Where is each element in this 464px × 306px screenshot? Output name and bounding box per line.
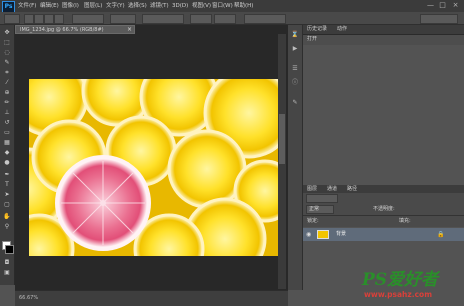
menu-window[interactable]: 窗口(W) — [212, 1, 233, 11]
add-selection-icon[interactable] — [34, 14, 44, 24]
width-field[interactable] — [190, 14, 212, 24]
watermark-url: www.psahz.com — [364, 290, 433, 299]
antialias-checkbox[interactable] — [110, 14, 136, 24]
tools-panel: ✥ ⬚ ◌ ✎ ⌗ ⁄ ⊕ ✏ ⊥ ↺ ▭ ▦ ◆ ● ✒ T ➤ ▢ ✋ ⚲ … — [0, 25, 15, 285]
brush-tool-icon[interactable]: ✏ — [2, 99, 12, 107]
close-icon[interactable]: × — [451, 1, 460, 10]
info-panel-icon[interactable]: ⓘ — [291, 79, 299, 87]
history-panel-icon[interactable]: ⌛ — [291, 31, 299, 39]
zoom-level[interactable]: 66.67% — [19, 293, 38, 303]
panel-dock: ⌛ ▶ ☰ ⓘ ✎ — [288, 25, 303, 290]
close-icon[interactable]: × — [127, 26, 132, 34]
blur-tool-icon[interactable]: ◆ — [2, 149, 12, 157]
status-bar: 66.67% — [15, 290, 288, 306]
clone-stamp-tool-icon[interactable]: ⊥ — [2, 109, 12, 117]
dodge-tool-icon[interactable]: ● — [2, 159, 12, 167]
opacity-label: 不透明度: — [373, 206, 395, 212]
intersect-selection-icon[interactable] — [54, 14, 64, 24]
menu-bar: Ps 文件(F) 编辑(E) 图像(I) 图层(L) 文字(Y) 选择(S) 滤… — [0, 0, 464, 13]
tab-actions[interactable]: 动作 — [337, 25, 347, 34]
refine-edge-button[interactable] — [244, 14, 286, 24]
gradient-tool-icon[interactable]: ▦ — [2, 139, 12, 147]
actions-panel-icon[interactable]: ▶ — [291, 45, 299, 53]
lock-icon: 🔒 — [437, 231, 445, 238]
zoom-tool-icon[interactable]: ⚲ — [2, 223, 12, 231]
minimize-icon[interactable]: — — [426, 1, 435, 10]
menu-3d[interactable]: 3D(D) — [172, 1, 188, 11]
style-select[interactable] — [142, 14, 184, 24]
eraser-tool-icon[interactable]: ▭ — [2, 129, 12, 137]
options-bar — [0, 12, 464, 25]
watermark-logo-text: PS爱好者 — [362, 270, 439, 290]
document-image[interactable] — [29, 79, 279, 256]
history-brush-tool-icon[interactable]: ↺ — [2, 119, 12, 127]
layer-name: 背景 — [336, 231, 347, 237]
workspace-switcher[interactable] — [420, 14, 458, 24]
height-field[interactable] — [214, 14, 236, 24]
menu-file[interactable]: 文件(F) — [18, 1, 36, 11]
layers-lock-row: 锁定: 填充: — [303, 216, 464, 227]
document-tab-label: IMG_1234.jpg @ 66.7% (RGB/8#) — [20, 27, 104, 33]
document-tab[interactable]: IMG_1234.jpg @ 66.7% (RGB/8#) × — [15, 25, 135, 34]
brush-panel-icon[interactable]: ✎ — [291, 99, 299, 107]
vertical-scrollbar[interactable] — [278, 34, 286, 289]
right-panel: 历史记录 动作 图层 通道 路径 — [303, 25, 464, 305]
layer-kind-filter[interactable] — [306, 194, 338, 203]
eye-icon[interactable]: ◉ — [306, 230, 311, 239]
marquee-tool-icon[interactable]: ⬚ — [2, 39, 12, 47]
menu-help[interactable]: 帮助(H) — [234, 1, 253, 11]
tab-history[interactable]: 历史记录 — [307, 25, 327, 34]
background-color-swatch[interactable] — [5, 245, 14, 254]
subtract-selection-icon[interactable] — [44, 14, 54, 24]
menu-edit[interactable]: 编辑(E) — [40, 1, 59, 11]
layers-options-row: 正常 不透明度: — [303, 203, 464, 216]
crop-tool-icon[interactable]: ⌗ — [2, 69, 12, 77]
quick-mask-icon[interactable]: ◘ — [2, 259, 12, 267]
menu-select[interactable]: 选择(S) — [128, 1, 147, 11]
menu-image[interactable]: 图像(I) — [62, 1, 79, 11]
lock-label: 锁定: — [307, 218, 319, 224]
eyedropper-tool-icon[interactable]: ⁄ — [2, 79, 12, 87]
fill-label: 填充: — [399, 218, 411, 224]
path-select-tool-icon[interactable]: ➤ — [2, 191, 12, 199]
scrollbar-thumb[interactable] — [279, 114, 285, 164]
layers-filter-row — [303, 193, 464, 203]
lemon-slices-photo — [29, 79, 279, 256]
tool-preset-picker[interactable] — [4, 14, 20, 24]
properties-panel-icon[interactable]: ☰ — [291, 65, 299, 73]
shape-tool-icon[interactable]: ▢ — [2, 201, 12, 209]
blend-mode-select[interactable]: 正常 — [306, 205, 334, 214]
site-watermark: PS爱好者 www.psahz.com — [358, 270, 462, 304]
blend-mode-label: 正常 — [309, 206, 320, 212]
menu-view[interactable]: 视图(V) — [192, 1, 211, 11]
history-snapshot-row[interactable]: 打开 — [303, 35, 464, 45]
hand-tool-icon[interactable]: ✋ — [2, 213, 12, 221]
layer-thumbnail — [317, 230, 329, 239]
history-snapshot-label: 打开 — [307, 36, 318, 42]
menu-filter[interactable]: 滤镜(T) — [150, 1, 169, 11]
screen-mode-icon[interactable]: ▣ — [2, 269, 12, 277]
move-tool-icon[interactable]: ✥ — [2, 29, 12, 37]
quick-select-tool-icon[interactable]: ✎ — [2, 59, 12, 67]
menu-layer[interactable]: 图层(L) — [84, 1, 102, 11]
maximize-icon[interactable]: □ — [438, 1, 447, 10]
healing-brush-tool-icon[interactable]: ⊕ — [2, 89, 12, 97]
feather-field[interactable] — [72, 14, 104, 24]
layer-row[interactable]: ◉ 背景 🔒 — [303, 228, 464, 241]
lasso-tool-icon[interactable]: ◌ — [2, 49, 12, 57]
menu-type[interactable]: 文字(Y) — [106, 1, 125, 11]
new-selection-icon[interactable] — [24, 14, 34, 24]
type-tool-icon[interactable]: T — [2, 181, 12, 189]
history-panel-header: 历史记录 动作 — [303, 25, 464, 35]
pen-tool-icon[interactable]: ✒ — [2, 171, 12, 179]
